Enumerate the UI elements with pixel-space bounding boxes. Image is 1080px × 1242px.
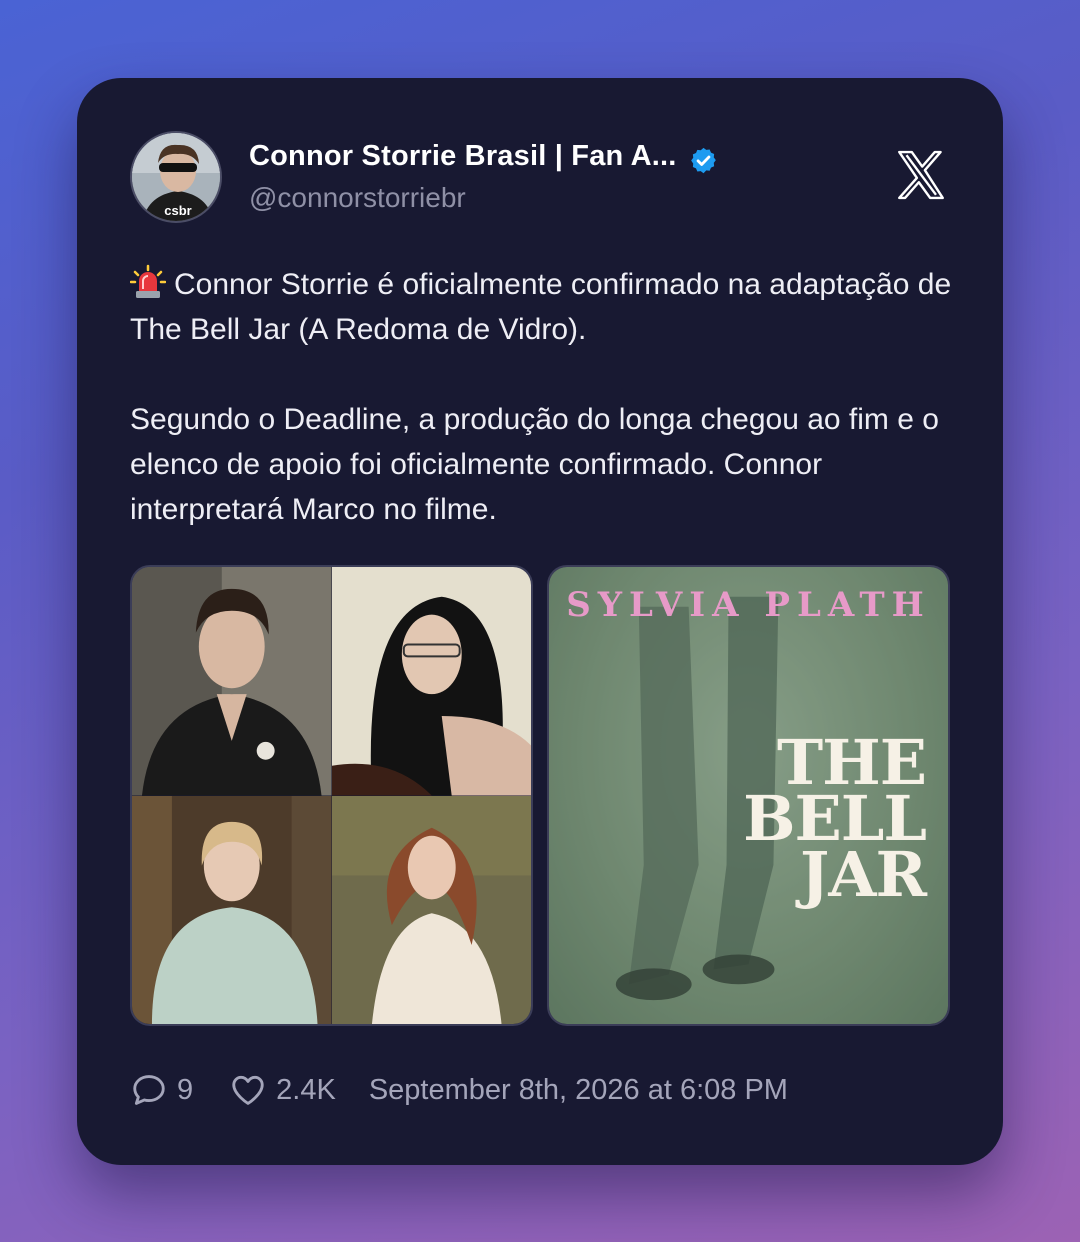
tweet-card: csbr Connor Storrie Brasil | Fan A... @c… <box>77 78 1003 1165</box>
photo-actress-1 <box>331 567 531 796</box>
avatar[interactable]: csbr <box>130 131 222 223</box>
verified-badge-icon <box>691 147 716 174</box>
photo-actress-3 <box>331 795 531 1024</box>
tweet-paragraph-2: Segundo o Deadline, a produção do longa … <box>130 403 939 526</box>
like-count: 2.4K <box>276 1073 336 1106</box>
book-title: THE BELL JAR <box>743 732 927 911</box>
avatar-text: csbr <box>164 203 191 218</box>
tweet-paragraph-1: Connor Storrie é oficialmente confirmado… <box>130 262 960 352</box>
reply-icon[interactable] <box>130 1071 168 1109</box>
media-book-cover[interactable]: SYLVIA PLATH THE BELL JAR <box>547 565 950 1026</box>
book-author: SYLVIA PLATH <box>566 585 931 625</box>
x-logo-icon[interactable] <box>892 146 950 204</box>
tweet-text: Connor Storrie é oficialmente confirmado… <box>130 262 960 532</box>
heart-icon[interactable] <box>229 1071 267 1109</box>
media-cast-collage[interactable] <box>130 565 533 1026</box>
rotating-light-icon <box>130 264 166 298</box>
photo-actor-1 <box>132 567 332 796</box>
reply-count: 9 <box>177 1073 194 1106</box>
tweet-paragraph-1-text: Connor Storrie é oficialmente confirmado… <box>130 268 952 346</box>
user-handle[interactable]: @connorstorriebr <box>249 182 466 214</box>
book-title-line-3: JAR <box>800 838 927 911</box>
display-name[interactable]: Connor Storrie Brasil | Fan A... <box>249 140 677 173</box>
tweet-footer: 9 2.4K September 8th, 2026 at 6:08 PM <box>130 1068 788 1112</box>
photo-actress-2 <box>132 795 332 1024</box>
timestamp[interactable]: September 8th, 2026 at 6:08 PM <box>369 1074 788 1107</box>
